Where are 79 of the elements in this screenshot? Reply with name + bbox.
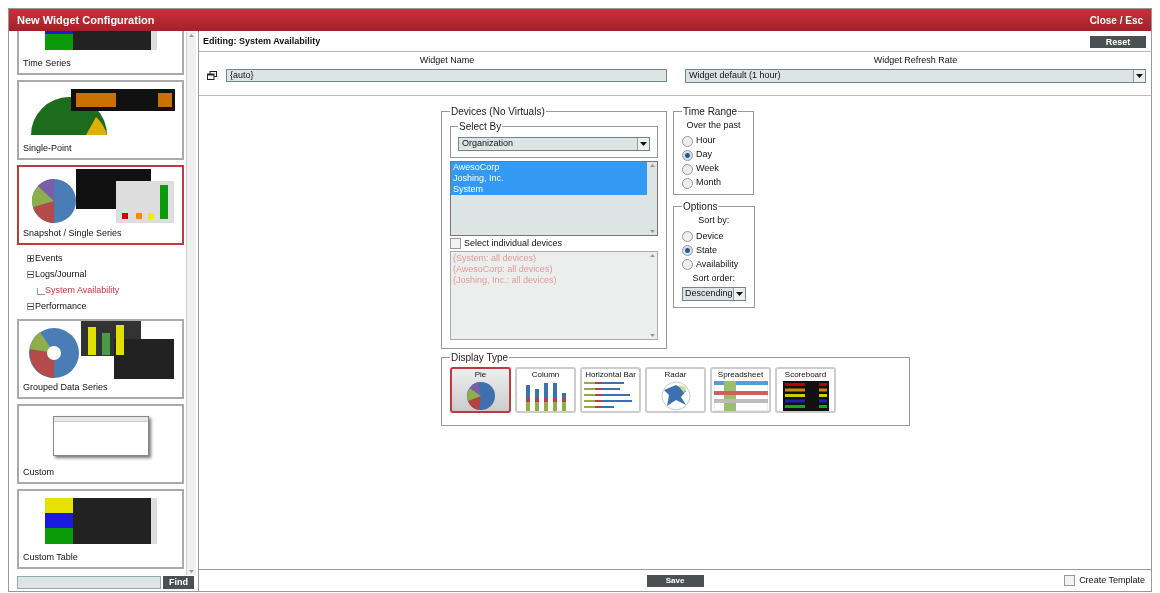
card-label: Snapshot / Single Series [22, 227, 123, 240]
radio-button[interactable] [682, 259, 693, 270]
spreadsheet-icon [713, 380, 768, 411]
panel-legend: Display Type [450, 349, 510, 365]
close-button[interactable]: Close / Esc [1089, 12, 1143, 28]
scroll-up-icon [189, 34, 194, 37]
collapse-icon[interactable] [27, 270, 34, 278]
field-label: Widget Refresh Rate [872, 54, 959, 67]
radio-button[interactable] [682, 149, 693, 161]
radio-label: Week [696, 162, 719, 176]
reset-button[interactable]: Reset [1090, 36, 1146, 48]
card-label: Single-Point [22, 142, 73, 155]
editor-title: Editing: System Availability [203, 35, 321, 49]
scroll-down-icon [189, 570, 194, 573]
checkbox[interactable] [450, 238, 461, 249]
radio-label: Day [696, 148, 712, 162]
sort-order-dropdown[interactable]: Descending [682, 287, 746, 301]
widget-type-card[interactable]: Single-Point [17, 80, 184, 160]
caret-icon [1136, 73, 1143, 78]
radio-button[interactable] [682, 135, 693, 147]
panel-legend: Select By [458, 118, 503, 134]
refresh-rate-dropdown[interactable]: Widget default (1 hour) [685, 68, 1146, 83]
tree-item[interactable]: System Availability [45, 282, 120, 298]
find-button[interactable]: Find [163, 575, 194, 589]
scroll-down-icon [649, 333, 655, 337]
window-title: New Widget Configuration [17, 12, 155, 28]
widget-name-field[interactable]: {auto} [226, 68, 667, 82]
caret-icon [640, 141, 647, 146]
radio-label: State [696, 243, 717, 257]
display-type-option[interactable]: Horizontal Bar [580, 366, 641, 413]
caption: Over the past [685, 118, 742, 132]
expand-icon[interactable] [27, 254, 34, 262]
radio-label: Month [696, 176, 721, 190]
scroll-up-icon [649, 253, 655, 257]
save-button[interactable]: Save [646, 574, 704, 587]
windows-icon [207, 70, 217, 80]
radio-label: Availability [696, 257, 739, 271]
scroll-down-icon [649, 229, 655, 233]
collapse-icon[interactable] [27, 302, 34, 310]
card-label: Time Series [22, 57, 72, 70]
tree-item[interactable]: Logs/Journal [35, 266, 87, 282]
tree-item[interactable]: Performance [35, 298, 87, 314]
widget-type-card[interactable]: Custom [17, 404, 184, 484]
card-label: Grouped Data Series [22, 381, 109, 394]
checkbox-label: Select individual devices [464, 236, 563, 250]
scrollbar[interactable] [186, 32, 196, 575]
checkbox-label: Create Template [1079, 573, 1145, 587]
radio-button[interactable] [682, 231, 693, 242]
checkbox[interactable] [1064, 575, 1076, 586]
display-type-option[interactable]: Column [515, 366, 576, 413]
scroll-up-icon [649, 163, 655, 167]
display-type-option[interactable]: Pie [450, 366, 511, 413]
widget-type-card[interactable]: Grouped Data Series [17, 319, 184, 399]
caption: Sort by: [697, 214, 731, 227]
radio-button[interactable] [682, 163, 693, 175]
tree-item[interactable]: Events [35, 250, 63, 266]
radio-label: Device [696, 229, 724, 243]
scrollbar[interactable] [647, 161, 657, 235]
caption: Sort order: [691, 271, 737, 285]
panel-legend: Time Range [682, 103, 739, 119]
panel-legend: Devices (No Virtuals) [450, 103, 546, 119]
radio-label: Hour [696, 134, 716, 148]
pie-chart-icon [465, 380, 496, 411]
radio-button[interactable] [682, 177, 693, 189]
select-by-dropdown[interactable]: Organization [458, 136, 650, 151]
card-label: Custom [22, 466, 55, 479]
widget-type-card[interactable]: Snapshot / Single Series [17, 165, 184, 245]
caret-icon [735, 292, 743, 296]
display-type-option[interactable]: Spreadsheet [710, 366, 771, 413]
scoreboard-icon [782, 380, 829, 411]
search-field[interactable] [17, 575, 161, 589]
display-type-option[interactable]: Radar [645, 366, 706, 413]
display-type-option[interactable]: Scoreboard [775, 366, 836, 413]
radio-button[interactable] [682, 245, 693, 256]
panel-legend: Options [682, 199, 719, 214]
field-label: Widget Name [418, 54, 476, 67]
widget-type-card[interactable]: Custom Table [17, 489, 184, 569]
widget-type-card[interactable]: Time Series [17, 31, 184, 75]
card-label: Custom Table [22, 551, 79, 564]
